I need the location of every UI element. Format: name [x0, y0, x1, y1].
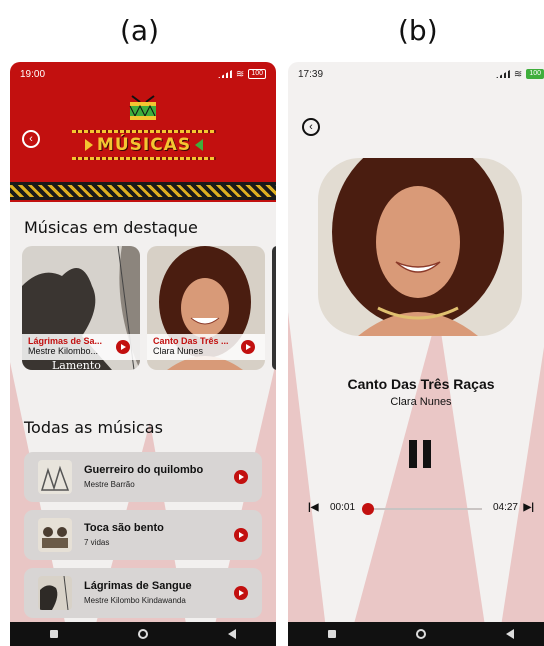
- header-pattern-border: [10, 182, 276, 200]
- progress-knob[interactable]: [362, 503, 374, 515]
- triangle-left-icon: [195, 139, 204, 151]
- song-artist: Mestre Barrão: [84, 480, 135, 489]
- panel-label-b: (b): [398, 14, 438, 47]
- featured-card[interactable]: Canto Das Três ... Clara Nunes: [147, 246, 265, 370]
- song-row[interactable]: Lágrimas de Sangue Mestre Kilombo Kindaw…: [24, 568, 262, 618]
- album-cover: [318, 158, 522, 336]
- play-button[interactable]: [116, 340, 130, 354]
- back-button[interactable]: ‹: [22, 130, 40, 148]
- page-title: MÚSICAS: [96, 135, 192, 155]
- background-pattern: [288, 312, 544, 646]
- play-button[interactable]: [234, 528, 248, 542]
- song-row[interactable]: Toca são bento 7 vidas: [24, 510, 262, 560]
- featured-section-title: Músicas em destaque: [24, 218, 198, 237]
- system-nav-bar: [288, 622, 544, 646]
- featured-card-title: Canto Das Três ...: [153, 336, 229, 346]
- back-nav-icon[interactable]: [506, 629, 514, 639]
- song-thumbnail: [38, 576, 72, 610]
- now-playing-screen: 17:39 ≋ 100 ‹ Canto Das Três Raças Clara…: [288, 62, 544, 646]
- status-time: 19:00: [20, 68, 46, 80]
- panel-label-a: (a): [120, 14, 160, 47]
- signal-icon: [495, 70, 510, 78]
- status-bar: 17:39 ≋ 100: [288, 62, 544, 86]
- recent-apps-icon[interactable]: [50, 630, 58, 638]
- play-button[interactable]: [234, 470, 248, 484]
- duration: 04:27: [492, 502, 518, 513]
- music-list-screen: 19:00 ≋ 100 ‹ MÚSICAS Músicas em destaqu…: [10, 62, 276, 646]
- drum-icon: [129, 95, 156, 120]
- now-playing-artist: Clara Nunes: [390, 396, 452, 408]
- status-bar: 19:00 ≋ 100: [10, 62, 276, 86]
- progress-slider[interactable]: [362, 503, 482, 515]
- wifi-icon: ≋: [235, 68, 245, 80]
- playback-controls: |◀ 00:01 04:27 ▶|: [308, 502, 534, 516]
- featured-card-caption: Lamento: [52, 359, 101, 370]
- play-button[interactable]: [241, 340, 255, 354]
- song-artist: 7 vidas: [84, 538, 110, 547]
- home-icon[interactable]: [416, 629, 426, 639]
- chevron-left-icon: ‹: [309, 120, 313, 133]
- featured-card-partial[interactable]: [272, 246, 276, 370]
- play-button[interactable]: [234, 586, 248, 600]
- song-row[interactable]: Guerreiro do quilombo Mestre Barrão: [24, 452, 262, 502]
- song-list: Guerreiro do quilombo Mestre Barrão Toca…: [24, 452, 262, 626]
- song-artist: Mestre Kilombo Kindawanda: [84, 596, 186, 605]
- featured-card-title: Lágrimas de Sa...: [28, 336, 103, 346]
- skip-next-icon[interactable]: ▶|: [524, 502, 535, 513]
- pause-button[interactable]: [409, 440, 433, 468]
- signal-icon: [217, 70, 232, 78]
- header-banner: MÚSICAS: [72, 128, 216, 164]
- featured-card-artist: Mestre Kilombo...: [28, 346, 99, 356]
- recent-apps-icon[interactable]: [328, 630, 336, 638]
- status-time: 17:39: [298, 68, 324, 80]
- now-playing-title: Canto Das Três Raças: [347, 376, 495, 392]
- song-thumbnail: [38, 460, 72, 494]
- back-button[interactable]: ‹: [302, 118, 320, 136]
- song-thumbnail: [38, 518, 72, 552]
- featured-card-artist: Clara Nunes: [153, 346, 204, 356]
- system-nav-bar: [10, 622, 276, 646]
- song-title: Toca são bento: [84, 522, 164, 534]
- song-title: Lágrimas de Sangue: [84, 580, 192, 592]
- back-nav-icon[interactable]: [228, 629, 236, 639]
- battery-icon: 100: [526, 69, 544, 79]
- triangle-right-icon: [84, 139, 93, 151]
- home-icon[interactable]: [138, 629, 148, 639]
- song-title: Guerreiro do quilombo: [84, 464, 204, 476]
- wifi-icon: ≋: [513, 68, 523, 80]
- current-time: 00:01: [330, 502, 356, 513]
- battery-icon: 100: [248, 69, 266, 79]
- chevron-left-icon: ‹: [29, 132, 33, 145]
- skip-previous-icon[interactable]: |◀: [308, 502, 319, 513]
- header: 19:00 ≋ 100 ‹ MÚSICAS: [10, 62, 276, 202]
- featured-card[interactable]: Lamento Lágrimas de Sa... Mestre Kilombo…: [22, 246, 140, 370]
- all-songs-section-title: Todas as músicas: [24, 418, 163, 437]
- featured-carousel[interactable]: Lamento Lágrimas de Sa... Mestre Kilombo…: [22, 246, 276, 370]
